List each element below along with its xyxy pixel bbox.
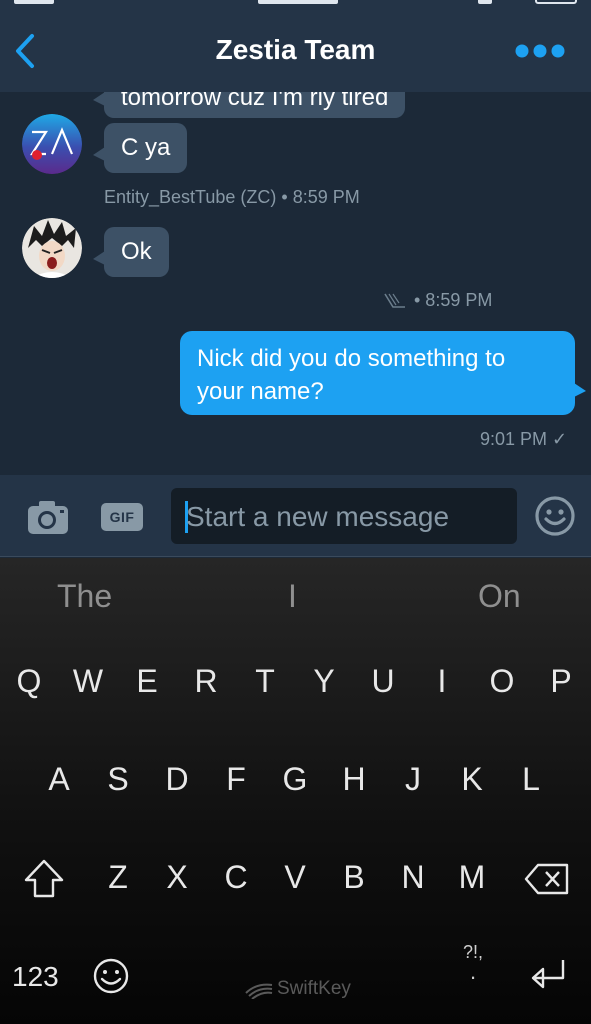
message-bubble-received[interactable]: Ok	[93, 227, 169, 277]
swiftkey-logo-icon	[245, 983, 273, 999]
punctuation-key[interactable]: ?!, .	[448, 942, 498, 984]
brand-label: SwiftKey	[277, 978, 351, 999]
shift-icon	[24, 859, 64, 898]
avatar-entity-besttube[interactable]	[22, 114, 82, 174]
shift-key[interactable]	[22, 858, 66, 900]
punct-bottom: .	[469, 959, 477, 984]
key-r[interactable]: R	[178, 663, 234, 700]
key-q[interactable]: Q	[1, 663, 57, 700]
key-l[interactable]: L	[503, 761, 559, 798]
back-button[interactable]	[10, 30, 42, 72]
message-bubble-received[interactable]: C ya	[92, 123, 188, 173]
conversation-header: Zestia Team	[0, 0, 591, 92]
message-time: • 8:59 PM	[414, 290, 493, 310]
status-carrier	[14, 0, 54, 4]
message-bubble-sent[interactable]: Nick did you do something to your name?	[180, 331, 586, 415]
suggestion-3[interactable]: On	[478, 578, 521, 615]
seen-icon	[384, 293, 405, 308]
message-time-sent: 9:01 PM ✓	[480, 429, 568, 449]
key-n[interactable]: N	[385, 859, 441, 896]
emoji-key[interactable]	[91, 956, 131, 996]
key-e[interactable]: E	[119, 663, 175, 700]
message-meta: Entity_BestTube (ZC) • 8:59 PM	[104, 187, 360, 207]
key-s[interactable]: S	[90, 761, 146, 798]
suggestion-1[interactable]: The	[57, 578, 112, 615]
avatar-user[interactable]	[22, 218, 82, 278]
key-f[interactable]: F	[208, 761, 264, 798]
status-clock	[258, 0, 338, 4]
gif-button[interactable]: GIF	[101, 503, 143, 531]
key-b[interactable]: B	[326, 859, 382, 896]
key-d[interactable]: D	[149, 761, 205, 798]
key-x[interactable]: X	[149, 859, 205, 896]
key-t[interactable]: T	[237, 663, 293, 700]
key-m[interactable]: M	[444, 859, 500, 896]
smiley-icon	[535, 496, 575, 536]
key-k[interactable]: K	[444, 761, 500, 798]
message-composer: GIF Start a new message	[0, 475, 591, 557]
key-i[interactable]: I	[414, 663, 470, 700]
camera-icon	[28, 501, 68, 534]
message-meta: • 8:59 PM	[384, 290, 492, 311]
key-u[interactable]: U	[355, 663, 411, 700]
backspace-icon	[524, 863, 569, 895]
key-z[interactable]: Z	[90, 859, 146, 896]
key-h[interactable]: H	[326, 761, 382, 798]
key-w[interactable]: W	[60, 663, 116, 700]
avatar-image	[22, 114, 82, 174]
key-a[interactable]: A	[31, 761, 87, 798]
status-bar	[0, 0, 591, 8]
key-v[interactable]: V	[267, 859, 323, 896]
key-o[interactable]: O	[474, 663, 530, 700]
message-input[interactable]: Start a new message	[171, 488, 517, 544]
key-g[interactable]: G	[267, 761, 323, 798]
message-text: Ok	[121, 238, 152, 265]
message-list[interactable]: tomorrow cuz I'm rly tired C ya Entity_B…	[0, 92, 591, 475]
status-icons	[478, 0, 492, 4]
more-options-button[interactable]	[512, 38, 568, 64]
return-icon	[531, 960, 565, 989]
smiley-icon	[93, 958, 129, 994]
key-c[interactable]: C	[208, 859, 264, 896]
numbers-key[interactable]: 123	[12, 961, 59, 993]
battery-icon	[535, 0, 577, 4]
conversation-title: Zestia Team	[215, 34, 376, 65]
message-bubble-partial[interactable]: tomorrow cuz I'm rly tired	[92, 92, 406, 118]
avatar-image	[22, 218, 82, 278]
key-y[interactable]: Y	[296, 663, 352, 700]
message-text: tomorrow cuz I'm rly tired	[121, 92, 389, 111]
camera-button[interactable]	[27, 499, 69, 535]
key-p[interactable]: P	[533, 663, 589, 700]
key-j[interactable]: J	[385, 761, 441, 798]
message-input-placeholder: Start a new message	[186, 501, 450, 532]
message-text: Nick did you do something to your name?	[197, 345, 506, 405]
chevron-left-icon	[16, 34, 34, 68]
more-dots-icon	[515, 44, 565, 58]
return-key[interactable]	[525, 956, 569, 994]
backspace-key[interactable]	[524, 861, 570, 897]
swiftkey-brand: SwiftKey	[244, 978, 351, 1000]
emoji-button[interactable]	[534, 495, 576, 537]
suggestion-2[interactable]: I	[288, 578, 297, 615]
message-text: C ya	[121, 134, 171, 161]
keyboard: The I On Q W E R T Y U I O P A S D F G H…	[0, 558, 591, 1024]
